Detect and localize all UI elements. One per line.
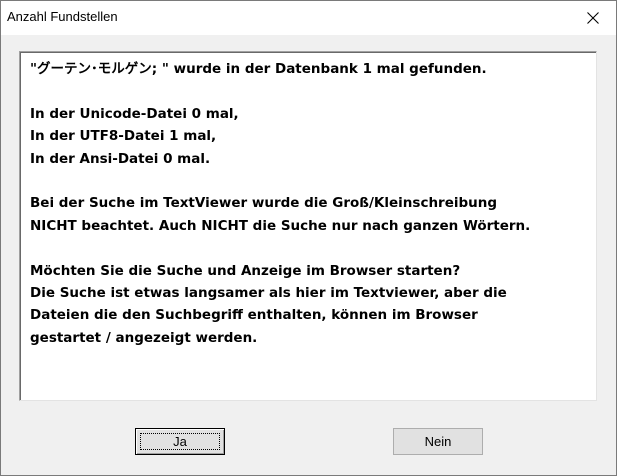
message-line: Die Suche ist etwas langsamer als hier i… — [30, 285, 507, 302]
no-button[interactable]: Nein — [393, 428, 483, 455]
yes-button-label: Ja — [173, 434, 187, 449]
message-line: Möchten Sie die Suche und Anzeige im Bro… — [30, 262, 461, 279]
message-line: In der Unicode-Datei 0 mal, — [30, 105, 239, 122]
message-line: In der UTF8-Datei 1 mal, — [30, 128, 217, 145]
close-button[interactable] — [570, 1, 616, 35]
message-textbox[interactable]: "グーテン･モルゲン; " wurde in der Datenbank 1 m… — [19, 51, 597, 401]
no-button-label: Nein — [424, 434, 452, 449]
message-line: "グーテン･モルゲン; " wurde in der Datenbank 1 m… — [30, 61, 487, 77]
close-icon — [587, 12, 599, 24]
message-text: "グーテン･モルゲン; " wurde in der Datenbank 1 m… — [30, 58, 590, 349]
message-line: In der Ansi-Datei 0 mal. — [30, 150, 211, 167]
message-line: Bei der Suche im TextViewer wurde die Gr… — [30, 195, 498, 212]
window-title: Anzahl Fundstellen — [7, 9, 118, 24]
message-line: NICHT beachtet. Auch NICHT die Suche nur… — [30, 217, 531, 234]
message-line: Dateien die den Suchbegriff enthalten, k… — [30, 307, 478, 324]
dialog-window: Anzahl Fundstellen "グーテン･モルゲン; " wurde i… — [0, 0, 617, 476]
message-line: gestartet / angezeigt werden. — [30, 329, 258, 346]
title-bar[interactable]: Anzahl Fundstellen — [1, 1, 616, 35]
yes-button[interactable]: Ja — [135, 428, 225, 455]
